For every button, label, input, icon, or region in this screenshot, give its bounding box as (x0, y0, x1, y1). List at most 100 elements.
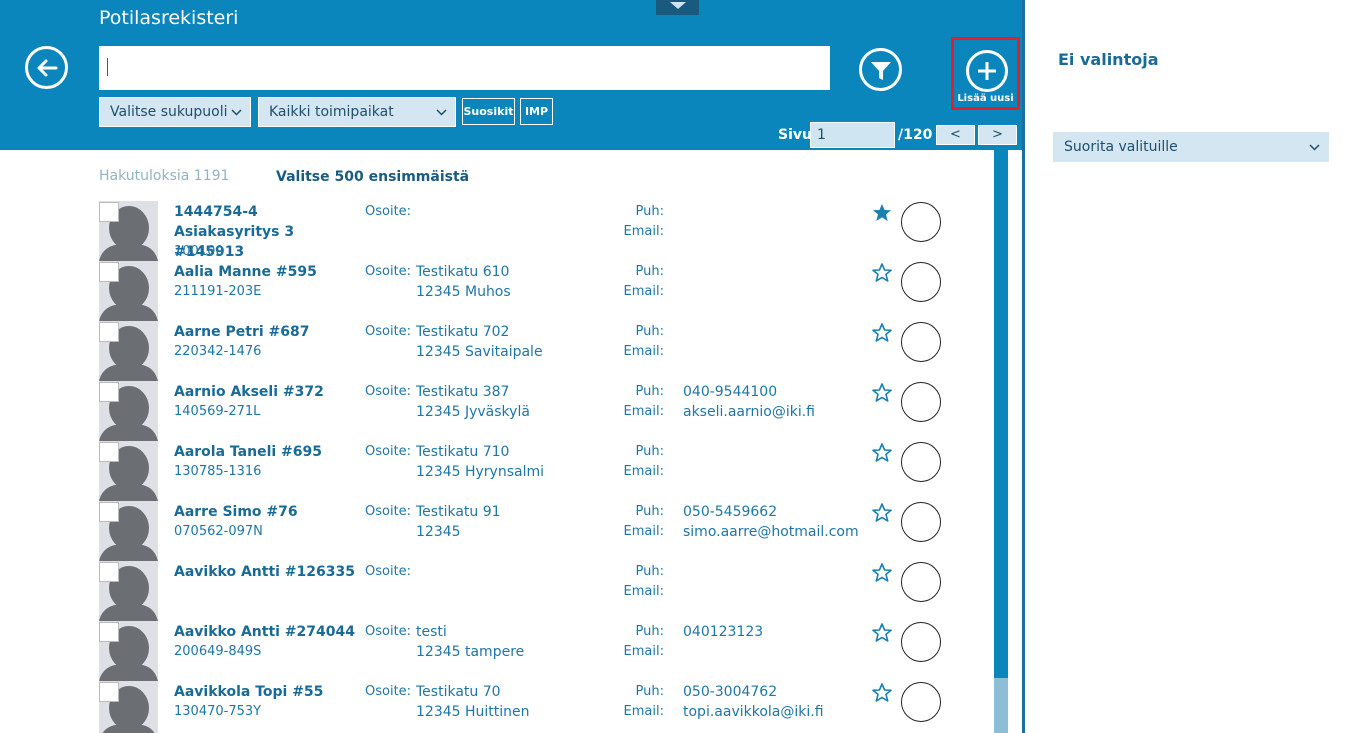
location-select-value: Kaikki toimipaikat (269, 104, 394, 120)
add-new-label: Lisää uusi (957, 93, 1014, 104)
phone-label: Puh: (635, 264, 664, 279)
address-city: 12345 Muhos (416, 284, 511, 300)
address-label: Osoite: (365, 624, 412, 639)
address-street: Testikatu 710 (416, 444, 510, 460)
email-label: Email: (623, 524, 664, 539)
patient-row[interactable]: Aavikkola Topi #55 130470-753Y Osoite: Test… (99, 681, 979, 733)
location-select[interactable]: Kaikki toimipaikat (258, 97, 456, 127)
patient-row[interactable]: Aalia Manne #595 211191-203E Osoite: Testik… (99, 261, 979, 321)
star-outline-icon[interactable] (872, 383, 892, 403)
star-filled-icon[interactable] (872, 203, 892, 223)
email-label: Email: (623, 584, 664, 599)
star-outline-icon[interactable] (872, 563, 892, 583)
phone-label: Puh: (635, 204, 664, 219)
phone-value: 050-3004762 (683, 684, 778, 700)
address-street: Testikatu 91 (416, 504, 501, 520)
select-circle[interactable] (901, 562, 941, 602)
patient-row[interactable]: 1444754-4 Asiakasyritys 3 #145913 100100 O… (99, 201, 979, 261)
address-city: 12345 (416, 524, 461, 540)
star-outline-icon[interactable] (872, 263, 892, 283)
row-checkbox[interactable] (99, 562, 119, 582)
patient-name-link[interactable]: Aavikko Antti #126335 (174, 562, 359, 582)
select-circle[interactable] (901, 382, 941, 422)
select-circle[interactable] (901, 622, 941, 662)
row-checkbox[interactable] (99, 442, 119, 462)
patient-name-link[interactable]: Aarre Simo #76 (174, 502, 359, 522)
address-label: Osoite: (365, 204, 412, 219)
prev-page-button[interactable]: < (936, 125, 975, 145)
patient-row[interactable]: Aavikko Antti #126335 Osoite: Puh: Email: (99, 561, 979, 621)
select-circle[interactable] (901, 502, 941, 542)
row-checkbox[interactable] (99, 382, 119, 402)
star-outline-icon[interactable] (872, 623, 892, 643)
email-label: Email: (623, 464, 664, 479)
search-input[interactable] (99, 46, 830, 90)
patient-id: 140569-271L (174, 404, 261, 419)
patient-row[interactable]: Aarola Taneli #695 130785-1316 Osoite: Test… (99, 441, 979, 501)
star-outline-icon[interactable] (872, 503, 892, 523)
address-street: Testikatu 702 (416, 324, 510, 340)
select-circle[interactable] (901, 262, 941, 302)
phone-label: Puh: (635, 324, 664, 339)
add-new-button[interactable]: Lisää uusi (951, 37, 1020, 110)
filter-button[interactable] (859, 48, 902, 91)
chevron-down-icon (436, 109, 447, 116)
imp-chip[interactable]: IMP (520, 98, 553, 125)
row-checkbox[interactable] (99, 262, 119, 282)
address-city: 12345 Hyrynsalmi (416, 464, 545, 480)
patient-name-link[interactable]: Aarnio Akseli #372 (174, 382, 359, 402)
select-circle[interactable] (901, 682, 941, 722)
phone-label: Puh: (635, 504, 664, 519)
phone-label: Puh: (635, 684, 664, 699)
row-checkbox[interactable] (99, 322, 119, 342)
app-bar-toggle[interactable] (656, 0, 699, 15)
patient-row[interactable]: Aarnio Akseli #372 140569-271L Osoite: Test… (99, 381, 979, 441)
patient-name-link[interactable]: Aavikkola Topi #55 (174, 682, 359, 702)
select-circle[interactable] (901, 322, 941, 362)
patient-id: 100100 (174, 244, 224, 259)
next-page-button[interactable]: > (978, 125, 1017, 145)
patient-name-link[interactable]: Aavikko Antti #274044 (174, 622, 359, 642)
row-checkbox[interactable] (99, 502, 119, 522)
row-checkbox[interactable] (99, 622, 119, 642)
select-circle[interactable] (901, 442, 941, 482)
patient-id: 211191-203E (174, 284, 262, 299)
arrow-left-icon (37, 59, 58, 77)
chevron-down-icon (1309, 144, 1320, 151)
email-label: Email: (623, 284, 664, 299)
address-city: 12345 Savitaipale (416, 344, 543, 360)
star-outline-icon[interactable] (872, 443, 892, 463)
chevron-down-icon (231, 109, 242, 116)
favorites-chip[interactable]: Suosikit (462, 98, 515, 125)
row-checkbox[interactable] (99, 682, 119, 702)
address-label: Osoite: (365, 504, 412, 519)
patient-name-link[interactable]: Aarola Taneli #695 (174, 442, 359, 462)
phone-label: Puh: (635, 384, 664, 399)
phone-label: Puh: (635, 624, 664, 639)
patient-row[interactable]: Aarre Simo #76 070562-097N Osoite: Testikat… (99, 501, 979, 561)
patient-list: 1444754-4 Asiakasyritys 3 #145913 100100 O… (99, 201, 979, 733)
patient-row[interactable]: Aarne Petri #687 220342-1476 Osoite: Testik… (99, 321, 979, 381)
back-button[interactable] (25, 46, 68, 89)
address-label: Osoite: (365, 684, 412, 699)
filter-icon (871, 62, 891, 80)
email-label: Email: (623, 404, 664, 419)
patient-row[interactable]: Aavikko Antti #274044 200649-849S Osoite: t… (99, 621, 979, 681)
email-value: topi.aavikkola@iki.fi (683, 704, 824, 720)
star-outline-icon[interactable] (872, 683, 892, 703)
email-label: Email: (623, 704, 664, 719)
scrollbar-thumb[interactable] (994, 150, 1008, 678)
star-outline-icon[interactable] (872, 323, 892, 343)
patient-name-link[interactable]: Aalia Manne #595 (174, 262, 359, 282)
row-checkbox[interactable] (99, 202, 119, 222)
select-first-500-link[interactable]: Valitse 500 ensimmäistä (276, 169, 469, 185)
select-circle[interactable] (901, 202, 941, 242)
text-caret (107, 58, 108, 76)
email-value: akseli.aarnio@iki.fi (683, 404, 815, 420)
page-number-input[interactable]: 1 (810, 122, 895, 148)
patient-name-link[interactable]: Aarne Petri #687 (174, 322, 359, 342)
address-city: 12345 Huittinen (416, 704, 530, 720)
header-bar: Potilasrekisteri Lisää uusi Valitse suku… (0, 0, 1022, 150)
gender-select[interactable]: Valitse sukupuoli (99, 97, 251, 127)
bulk-action-select[interactable]: Suorita valituille (1053, 132, 1329, 162)
